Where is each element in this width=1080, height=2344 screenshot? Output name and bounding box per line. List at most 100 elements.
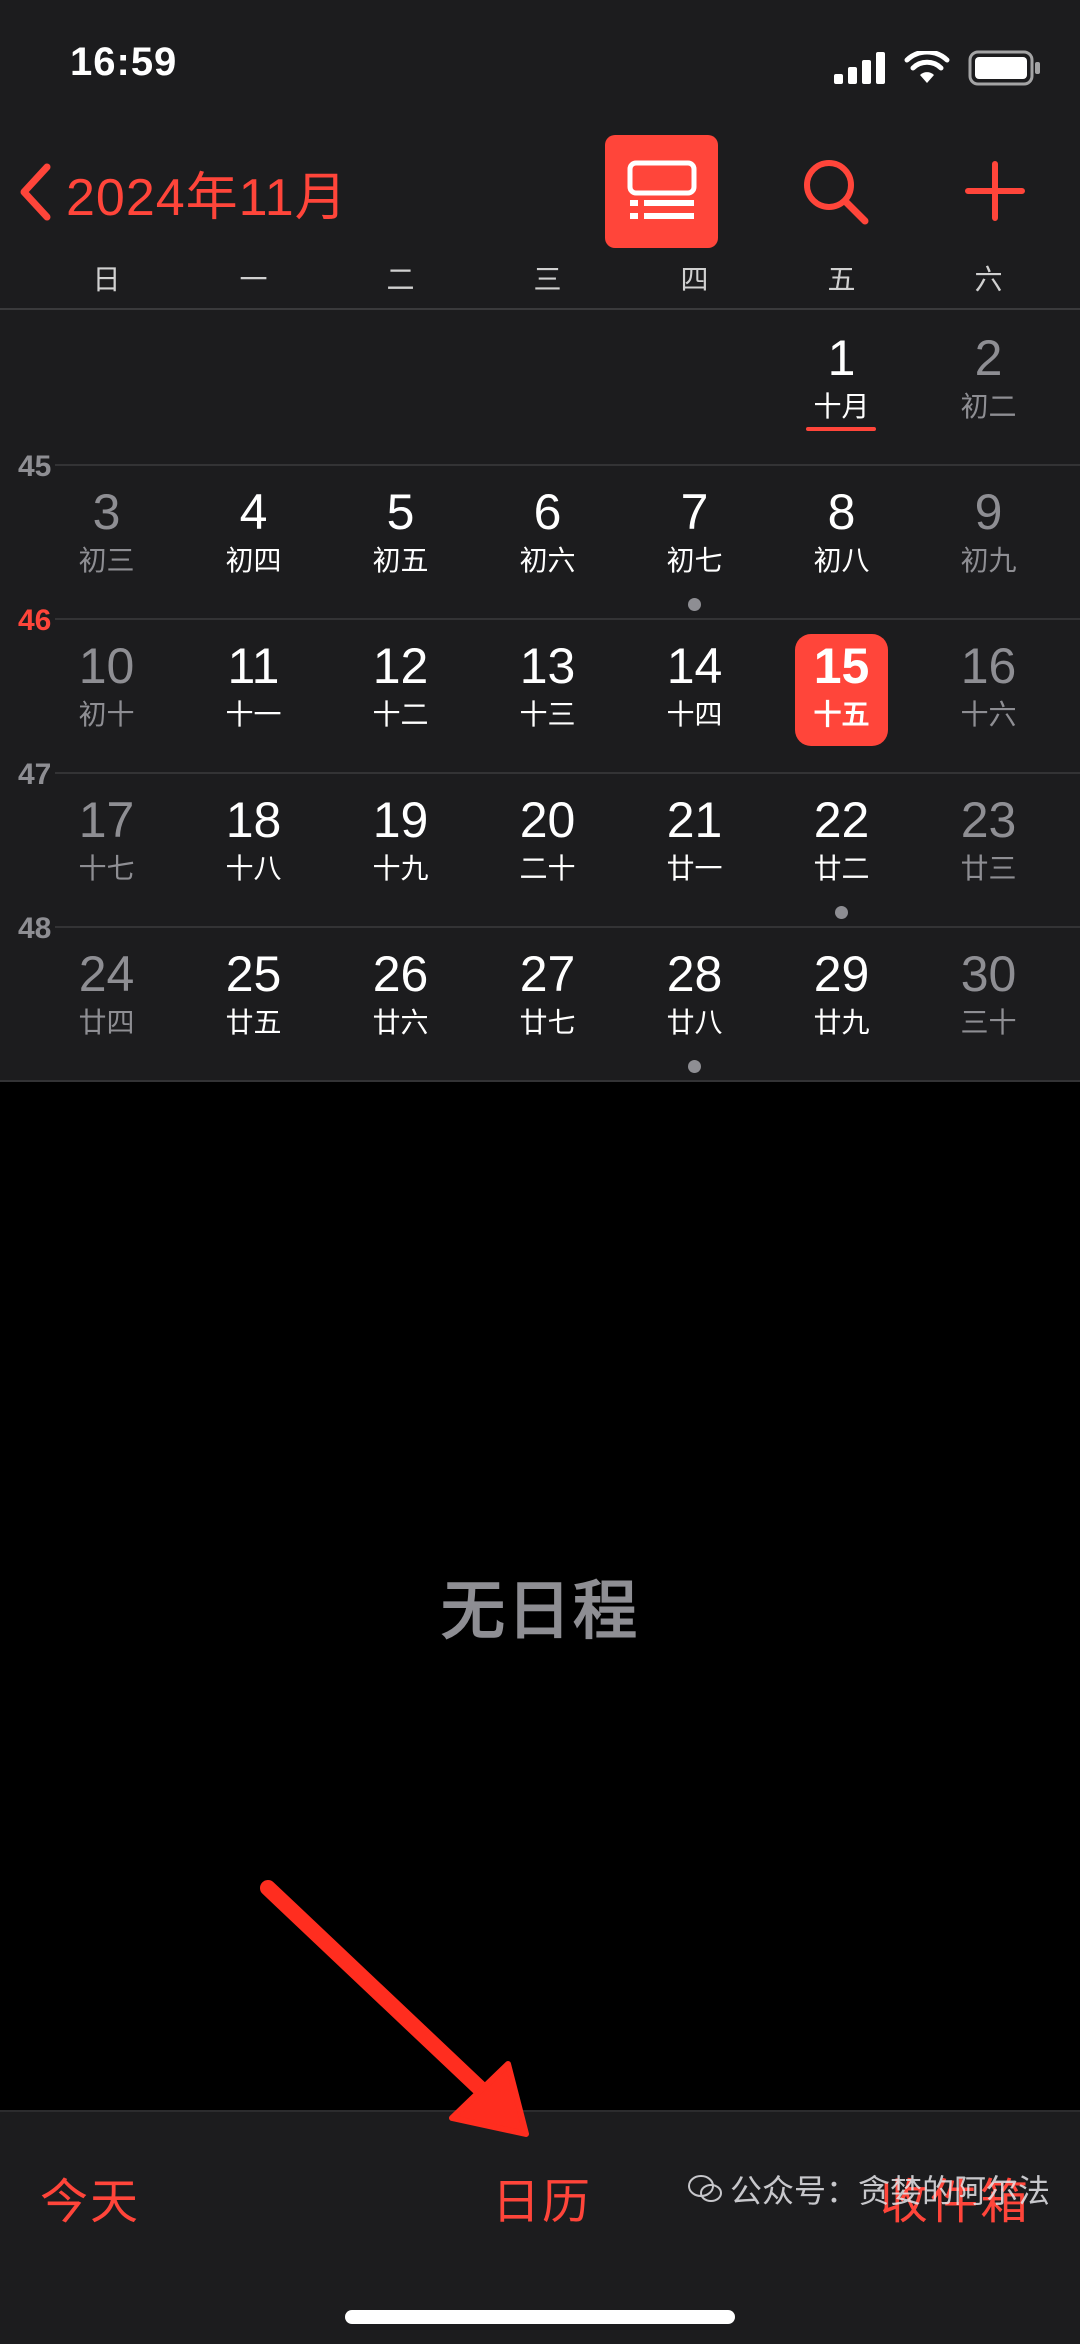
back-to-year-button[interactable]: 2024年11月 [18,156,348,228]
lunar-date: 廿六 [372,1007,429,1038]
weekday-label: 五 [827,264,856,295]
day-number: 13 [519,638,576,694]
event-dot [688,1060,701,1073]
calendar-header: 16:59 2024年11月 日 一 二 三 四 五 六 [0,0,1080,310]
lunar-date: 初八 [813,545,870,576]
month-title: 2024年11月 [66,168,348,227]
day-cell[interactable]: 25 廿五 [180,926,327,1080]
lunar-date: 廿七 [519,1007,576,1038]
day-number: 8 [827,484,856,540]
add-event-button[interactable] [955,148,1035,234]
lunar-date: 初五 [372,545,429,576]
day-cell[interactable]: 9 初九 [915,464,1062,618]
lunar-month-underline [806,427,876,431]
lunar-date: 十九 [372,853,429,884]
day-number: 27 [519,946,576,1002]
day-cell[interactable]: 12 十二 [327,618,474,772]
week-row: 48 24 廿四 25 廿五 26 廿六 27 廿七 28 廿八 29 廿九 30 三十 [0,912,1080,1080]
day-cell[interactable]: 2 初二 [915,310,1062,464]
weekday-label: 三 [533,264,562,295]
day-number: 5 [386,484,415,540]
watermark: 公众号：贪婪的阿尔法 [687,2166,1050,2212]
list-view-icon [627,160,696,219]
week-row: 46 10 初十 11 十一 12 十二 13 十三 14 十四 15 十五 16 十六 [0,604,1080,772]
day-cell[interactable]: 24 廿四 [33,926,180,1080]
day-cell[interactable]: 10 初十 [33,618,180,772]
day-number: 12 [372,638,429,694]
day-cell[interactable]: 5 初五 [327,464,474,618]
day-cell[interactable]: 30 三十 [915,926,1062,1080]
day-cell[interactable]: 14 十四 [621,618,768,772]
day-cell[interactable]: 11 十一 [180,618,327,772]
day-number: 21 [666,792,723,848]
day-cell[interactable]: 1 十月 [768,310,915,464]
calendars-button[interactable]: 日历 [492,2162,592,2232]
lunar-date: 廿一 [666,853,723,884]
day-cell[interactable]: 27 廿七 [474,926,621,1080]
day-cell[interactable]: 6 初六 [474,464,621,618]
day-cell[interactable]: 28 廿八 [621,926,768,1080]
watermark-text: 公众号：贪婪的阿尔法 [729,2173,1050,2209]
day-number: 26 [372,946,429,1002]
lunar-date: 廿四 [78,1007,135,1038]
nav-bar: 2024年11月 [0,130,1080,250]
day-cell[interactable]: 26 廿六 [327,926,474,1080]
home-indicator[interactable] [345,2310,735,2324]
day-number: 24 [78,946,135,1002]
lunar-date: 初七 [666,545,723,576]
day-number: 2 [974,330,1003,386]
status-icons [834,48,1042,88]
day-cell[interactable]: 23 廿三 [915,772,1062,926]
day-number: 20 [519,792,576,848]
day-number: 29 [813,946,870,1002]
day-cell[interactable]: 3 初三 [33,464,180,618]
event-dot [835,906,848,919]
lunar-date: 十六 [960,699,1017,730]
day-cell[interactable]: 7 初七 [621,464,768,618]
weekday-label: 四 [680,264,709,295]
weekday-label: 一 [239,264,268,295]
day-cell[interactable]: 19 十九 [327,772,474,926]
lunar-date: 初六 [519,545,576,576]
day-number: 14 [666,638,723,694]
day-cell[interactable]: 17 十七 [33,772,180,926]
lunar-date: 十八 [225,853,282,884]
lunar-date: 十四 [666,699,723,730]
signal-icon [834,52,885,84]
day-cell[interactable]: 8 初八 [768,464,915,618]
day-number: 3 [92,484,121,540]
day-cell[interactable]: 21 廿一 [621,772,768,926]
status-bar: 16:59 [0,0,1080,130]
lunar-date: 三十 [960,1007,1017,1038]
day-number: 11 [227,638,280,694]
day-number: 22 [813,792,870,848]
lunar-date: 初十 [78,699,135,730]
day-number: 10 [78,638,135,694]
search-button[interactable] [795,148,875,234]
event-dot [688,598,701,611]
chevron-left-icon [20,163,51,221]
lunar-date: 廿二 [813,853,870,884]
day-cell-today[interactable]: 15 十五 [768,618,915,772]
plus-icon [965,161,1025,221]
day-cell[interactable]: 18 十八 [180,772,327,926]
day-number: 23 [960,792,1017,848]
wifi-icon [904,51,950,83]
day-cell[interactable]: 13 十三 [474,618,621,772]
day-cell[interactable]: 20 二十 [474,772,621,926]
day-cell[interactable]: 29 廿九 [768,926,915,1080]
list-view-button[interactable] [605,135,718,248]
day-cell[interactable]: 16 十六 [915,618,1062,772]
lunar-date: 十三 [519,699,576,730]
lunar-date: 初九 [960,545,1017,576]
day-number: 9 [974,484,1003,540]
tab-bar: 今天 日历 收件箱 [0,2110,1080,2344]
day-cell[interactable]: 22 廿二 [768,772,915,926]
day-cell[interactable]: 4 初四 [180,464,327,618]
battery-icon [968,50,1040,86]
weekday-label: 二 [386,264,415,295]
day-number: 19 [372,792,429,848]
today-button[interactable]: 今天 [40,2162,140,2232]
weekday-label: 日 [92,264,121,295]
day-number: 25 [225,946,282,1002]
